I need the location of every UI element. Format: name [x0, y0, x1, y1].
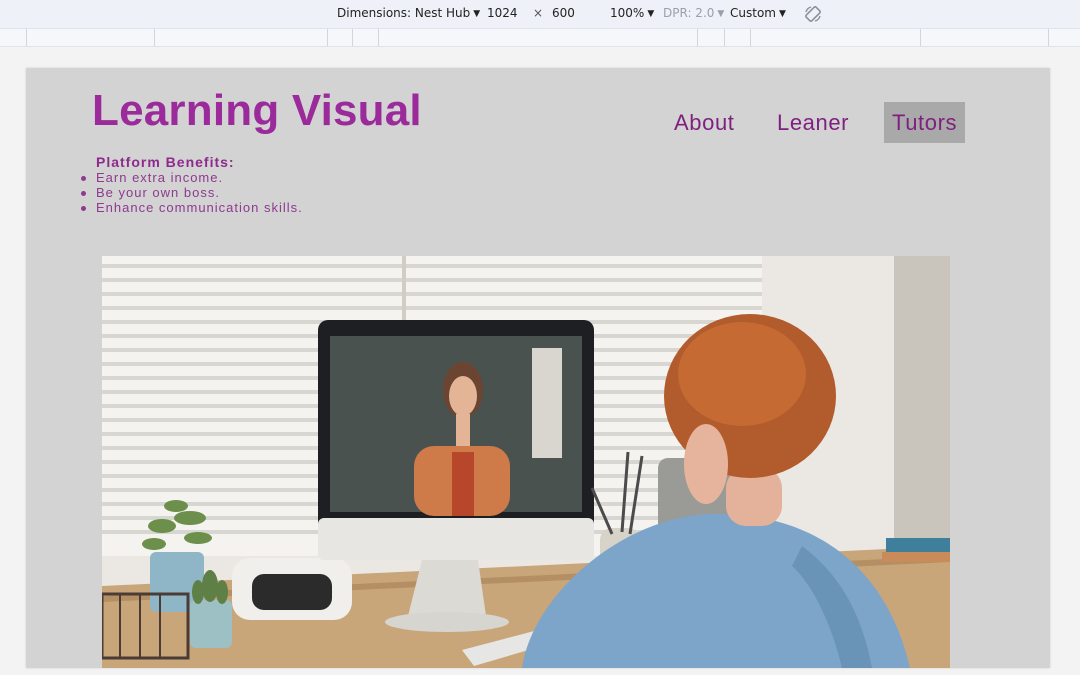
benefits-heading: Platform Benefits: [96, 154, 235, 170]
ruler-tick [724, 29, 725, 46]
benefit-item: Enhance communication skills. [81, 200, 303, 215]
ruler-tick [920, 29, 921, 46]
hero-image [102, 256, 950, 668]
zoom-label: 100% [610, 6, 645, 20]
zoom-dropdown[interactable]: 100% ▼ [610, 6, 654, 20]
throttle-label: Custom [730, 6, 776, 20]
caret-down-icon: ▼ [778, 9, 786, 19]
caret-down-icon: ▼ [647, 9, 655, 19]
dimensions-label: Dimensions: Nest Hub [337, 6, 471, 20]
page-viewport: Learning Visual About Leaner Tutors Plat… [26, 68, 1050, 668]
caret-down-icon: ▼ [717, 9, 725, 19]
ruler-tick [26, 29, 27, 46]
nav-about[interactable]: About [666, 102, 743, 143]
media-query-bar[interactable] [0, 29, 1080, 47]
ruler-tick [1048, 29, 1049, 46]
nav-tutors[interactable]: Tutors [884, 102, 966, 143]
dpr-dropdown[interactable]: DPR: 2.0 ▼ [663, 6, 724, 20]
ruler-tick [327, 29, 328, 46]
benefit-item: Earn extra income. [81, 170, 303, 185]
times-icon: × [533, 6, 544, 20]
dimensions-dropdown[interactable]: Dimensions: Nest Hub ▼ [337, 6, 480, 20]
ruler-tick [378, 29, 379, 46]
nav-leaner[interactable]: Leaner [769, 102, 857, 143]
ruler-tick [352, 29, 353, 46]
ruler-tick [154, 29, 155, 46]
site-title: Learning Visual [92, 86, 422, 135]
caret-down-icon: ▼ [473, 9, 481, 19]
height-input[interactable]: 600 [552, 6, 575, 20]
dpr-label: DPR: 2.0 [663, 6, 715, 20]
throttle-dropdown[interactable]: Custom ▼ [730, 6, 786, 20]
ruler-tick [697, 29, 698, 46]
benefits-section: Platform Benefits: Earn extra income. Be… [81, 154, 303, 215]
benefits-list: Earn extra income. Be your own boss. Enh… [81, 170, 303, 215]
width-input[interactable]: 1024 [487, 6, 518, 20]
benefit-item: Be your own boss. [81, 185, 303, 200]
child-video-call-photo [102, 256, 950, 668]
device-toolbar: Dimensions: Nest Hub ▼ 1024 × 600 100% ▼ D… [0, 0, 1080, 29]
ruler-tick [750, 29, 751, 46]
rotate-icon[interactable] [803, 4, 823, 24]
